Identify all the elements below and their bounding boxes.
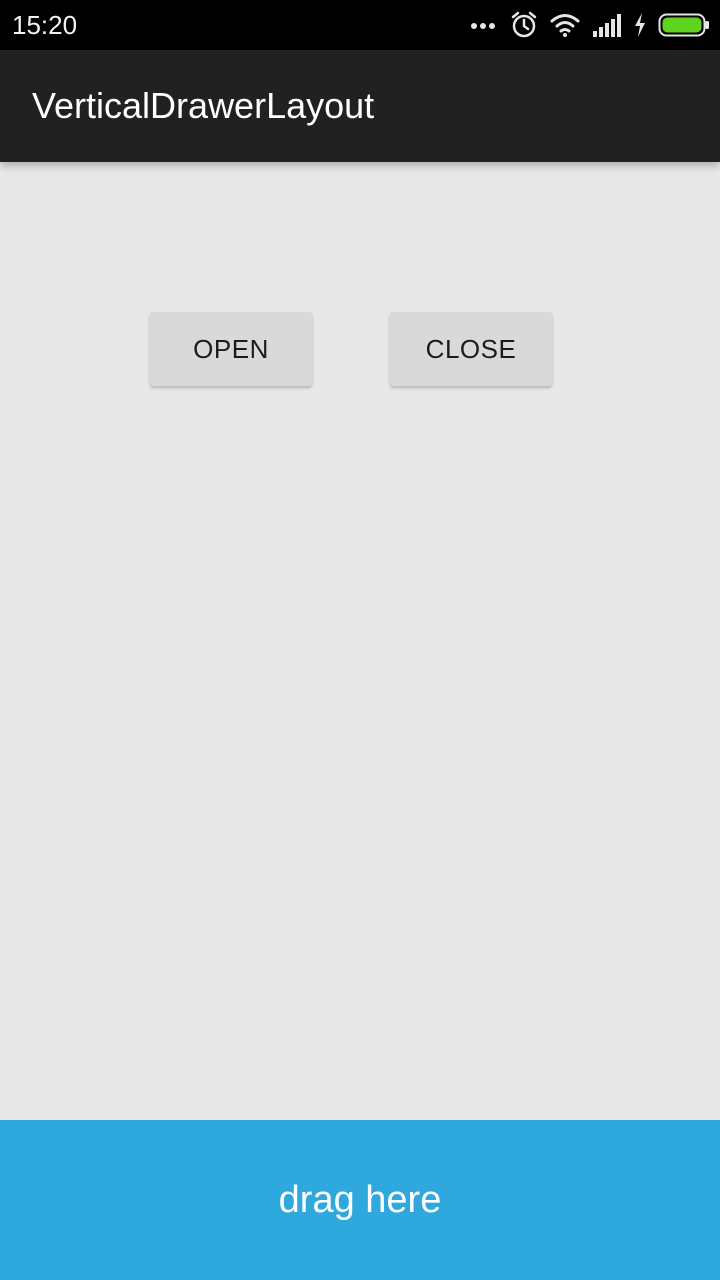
signal-icon (592, 13, 622, 37)
status-bar: 15:20 (0, 0, 720, 50)
app-bar: VerticalDrawerLayout (0, 50, 720, 162)
alarm-icon (510, 11, 538, 39)
status-time: 15:20 (12, 10, 78, 40)
open-button[interactable]: OPEN (150, 312, 312, 386)
more-dots-icon (470, 20, 498, 30)
wifi-icon (550, 13, 580, 37)
status-icons (470, 8, 710, 42)
battery-icon (658, 13, 710, 37)
charging-icon (634, 13, 646, 37)
close-button[interactable]: CLOSE (390, 312, 552, 386)
main-content: OPEN CLOSE (0, 162, 720, 1120)
drawer-handle-label: drag here (278, 1179, 442, 1221)
drawer-handle[interactable]: drag here (0, 1120, 720, 1280)
app-title: VerticalDrawerLayout (32, 85, 375, 126)
